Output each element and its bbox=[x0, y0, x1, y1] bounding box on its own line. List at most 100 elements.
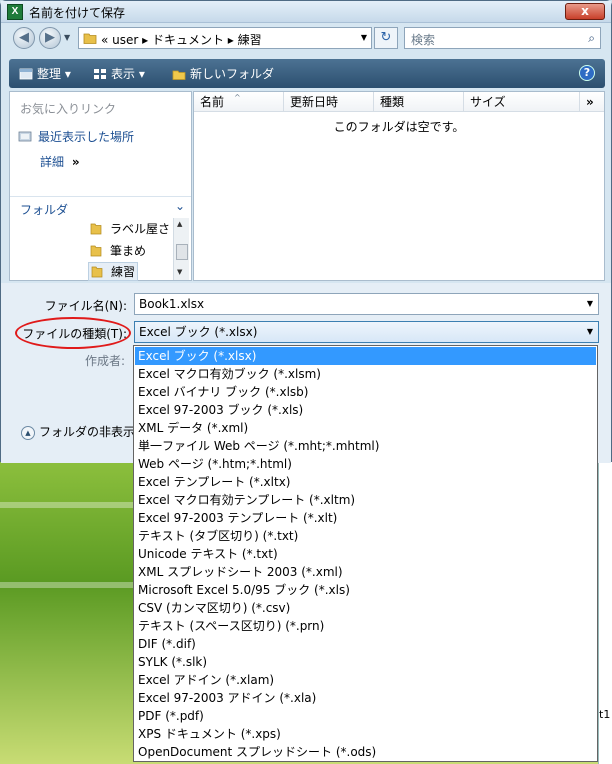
recent-pages-dropdown[interactable]: ▼ bbox=[64, 33, 70, 42]
organize-button[interactable]: 整理 ▾ bbox=[19, 65, 71, 82]
refresh-button[interactable]: ↻ bbox=[374, 27, 398, 49]
details-label: 詳細 bbox=[40, 155, 65, 169]
column-size[interactable]: サイズ bbox=[464, 92, 580, 112]
arrow-left-icon: ◀ bbox=[19, 30, 29, 45]
tree-scrollbar[interactable]: ▲ ▼ bbox=[173, 218, 189, 280]
scroll-down-icon[interactable]: ▼ bbox=[177, 268, 182, 276]
filetype-option[interactable]: OpenDocument スプレッドシート (*.ods) bbox=[135, 743, 596, 761]
favorite-recent-places[interactable]: 最近表示した場所 bbox=[18, 128, 134, 145]
filename-value: Book1.xlsx bbox=[139, 297, 205, 311]
filetype-option[interactable]: Excel 97-2003 アドイン (*.xla) bbox=[135, 689, 596, 707]
chevron-double-right-icon: » bbox=[586, 95, 594, 109]
tree-item-folder[interactable]: ラベル屋さ bbox=[90, 220, 170, 237]
scroll-thumb[interactable] bbox=[176, 244, 188, 260]
filetype-option[interactable]: Web ページ (*.htm;*.html) bbox=[135, 455, 596, 473]
column-name[interactable]: 名前 ^ bbox=[194, 92, 284, 112]
hide-folders-button[interactable]: ▲ フォルダの非表示 bbox=[21, 423, 135, 440]
folders-heading: フォルダ bbox=[20, 203, 69, 217]
forward-button[interactable]: ▶ bbox=[39, 27, 61, 49]
filetype-option[interactable]: Unicode テキスト (*.txt) bbox=[135, 545, 596, 563]
back-button[interactable]: ◀ bbox=[13, 27, 35, 49]
folder-open-icon bbox=[91, 266, 103, 278]
recent-places-label: 最近表示した場所 bbox=[38, 130, 135, 144]
filetype-option[interactable]: XML スプレッドシート 2003 (*.xml) bbox=[135, 563, 596, 581]
filetype-option[interactable]: DIF (*.dif) bbox=[135, 635, 596, 653]
filename-label: ファイル名(N): bbox=[44, 299, 127, 313]
filetype-option[interactable]: Microsoft Excel 5.0/95 ブック (*.xls) bbox=[135, 581, 596, 599]
folder-icon bbox=[83, 33, 97, 44]
recent-places-icon bbox=[18, 131, 32, 142]
filetype-option[interactable]: 単一ファイル Web ページ (*.mht;*.mhtml) bbox=[135, 437, 596, 455]
filetype-option[interactable]: XPS ドキュメント (*.xps) bbox=[135, 725, 596, 743]
window-title: 名前を付けて保存 bbox=[29, 6, 126, 20]
filetype-option[interactable]: Excel 97-2003 ブック (*.xls) bbox=[135, 401, 596, 419]
favorites-heading: お気に入りリンク bbox=[20, 102, 117, 116]
breadcrumb[interactable]: « user ▸ ドキュメント ▸ 練習 bbox=[101, 31, 262, 48]
column-label: 種類 bbox=[380, 95, 405, 109]
chevron-double-right-icon: » bbox=[71, 155, 80, 169]
chevron-down-icon[interactable]: ▼ bbox=[587, 294, 593, 314]
filetype-option[interactable]: Excel テンプレート (*.xltx) bbox=[135, 473, 596, 491]
filetype-select[interactable]: Excel ブック (*.xlsx) ▼ bbox=[134, 321, 599, 343]
new-folder-label: 新しいフォルダ bbox=[190, 67, 275, 81]
folder-icon bbox=[90, 245, 102, 257]
filetype-option[interactable]: Excel バイナリ ブック (*.xlsb) bbox=[135, 383, 596, 401]
filetype-option[interactable]: Excel マクロ有効テンプレート (*.xltm) bbox=[135, 491, 596, 509]
tree-item-folder[interactable]: 筆まめ bbox=[90, 242, 146, 259]
tree-item-label: 練習 bbox=[111, 265, 136, 279]
filetype-option[interactable]: Excel ブック (*.xlsx) bbox=[135, 347, 596, 365]
views-button[interactable]: 表示 ▾ bbox=[93, 65, 145, 82]
views-icon bbox=[94, 69, 106, 79]
tree-item-folder-selected[interactable]: 練習 bbox=[88, 262, 139, 281]
column-type[interactable]: 種類 bbox=[374, 92, 464, 112]
filename-field[interactable]: Book1.xlsx ▼ bbox=[134, 293, 599, 315]
filetype-option[interactable]: Excel マクロ有効ブック (*.xlsm) bbox=[135, 365, 596, 383]
excel-app-icon: X bbox=[7, 4, 23, 20]
column-label: サイズ bbox=[470, 95, 506, 109]
chevron-up-icon: ▲ bbox=[21, 426, 35, 440]
details-toggle[interactable]: 詳細 » bbox=[40, 153, 80, 170]
filetype-option[interactable]: テキスト (スペース区切り) (*.prn) bbox=[135, 617, 596, 635]
filetype-option[interactable]: テキスト (タブ区切り) (*.txt) bbox=[135, 527, 596, 545]
address-bar[interactable]: « user ▸ ドキュメント ▸ 練習 ▼ bbox=[78, 27, 372, 49]
organize-icon bbox=[19, 68, 33, 80]
more-columns[interactable]: » bbox=[580, 92, 604, 112]
file-list: 名前 ^ 更新日時 種類 サイズ » このフォルダは空です。 bbox=[193, 91, 605, 281]
search-icon[interactable]: ⌕ bbox=[588, 31, 595, 46]
column-label: 名前 bbox=[200, 95, 225, 109]
title-bar[interactable]: X 名前を付けて保存 x bbox=[1, 1, 611, 23]
help-button[interactable]: ? bbox=[579, 65, 595, 81]
highlight-oval bbox=[15, 317, 131, 349]
filetype-option[interactable]: CSV (カンマ区切り) (*.csv) bbox=[135, 599, 596, 617]
chevron-down-icon[interactable]: ▼ bbox=[361, 33, 367, 42]
sheet-fragment-text: t1 bbox=[599, 708, 611, 721]
new-folder-icon bbox=[172, 70, 186, 80]
sort-ascending-icon: ^ bbox=[234, 93, 241, 102]
column-modified[interactable]: 更新日時 bbox=[284, 92, 374, 112]
filetype-option[interactable]: PDF (*.pdf) bbox=[135, 707, 596, 725]
tree-item-label: 筆まめ bbox=[110, 244, 147, 258]
column-label: 更新日時 bbox=[290, 95, 339, 109]
search-placeholder: 検索 bbox=[411, 33, 436, 47]
close-button[interactable]: x bbox=[565, 3, 605, 20]
filetype-option[interactable]: SYLK (*.slk) bbox=[135, 653, 596, 671]
chevron-down-icon[interactable]: ▼ bbox=[587, 322, 593, 342]
empty-folder-message: このフォルダは空です。 bbox=[333, 120, 465, 134]
filetype-option[interactable]: XML データ (*.xml) bbox=[135, 419, 596, 437]
filetype-value: Excel ブック (*.xlsx) bbox=[139, 325, 258, 339]
help-icon: ? bbox=[583, 66, 591, 79]
filetype-dropdown-list: Excel ブック (*.xlsx) Excel マクロ有効ブック (*.xlsm… bbox=[133, 345, 598, 762]
excel-sheet-fragment: t1 bbox=[598, 462, 612, 764]
tree-item-label: ラベル屋さ bbox=[110, 222, 171, 236]
search-input[interactable]: 検索 ⌕ bbox=[404, 27, 601, 49]
filetype-option[interactable]: Excel 97-2003 テンプレート (*.xlt) bbox=[135, 509, 596, 527]
command-toolbar: 整理 ▾ 表示 ▾ 新しいフォルダ ? bbox=[9, 59, 605, 88]
scroll-up-icon[interactable]: ▲ bbox=[177, 220, 182, 228]
navigation-pane: お気に入りリンク 最近表示した場所 詳細 » フォルダ ⌄ ラベル屋さ 筆まめ bbox=[9, 91, 192, 281]
folders-header[interactable]: フォルダ ⌄ bbox=[10, 196, 191, 218]
views-label: 表示 bbox=[111, 67, 136, 81]
filetype-option[interactable]: Excel アドイン (*.xlam) bbox=[135, 671, 596, 689]
author-label: 作成者: bbox=[84, 354, 125, 368]
hide-folders-label: フォルダの非表示 bbox=[39, 425, 136, 439]
new-folder-button[interactable]: 新しいフォルダ bbox=[172, 65, 274, 82]
